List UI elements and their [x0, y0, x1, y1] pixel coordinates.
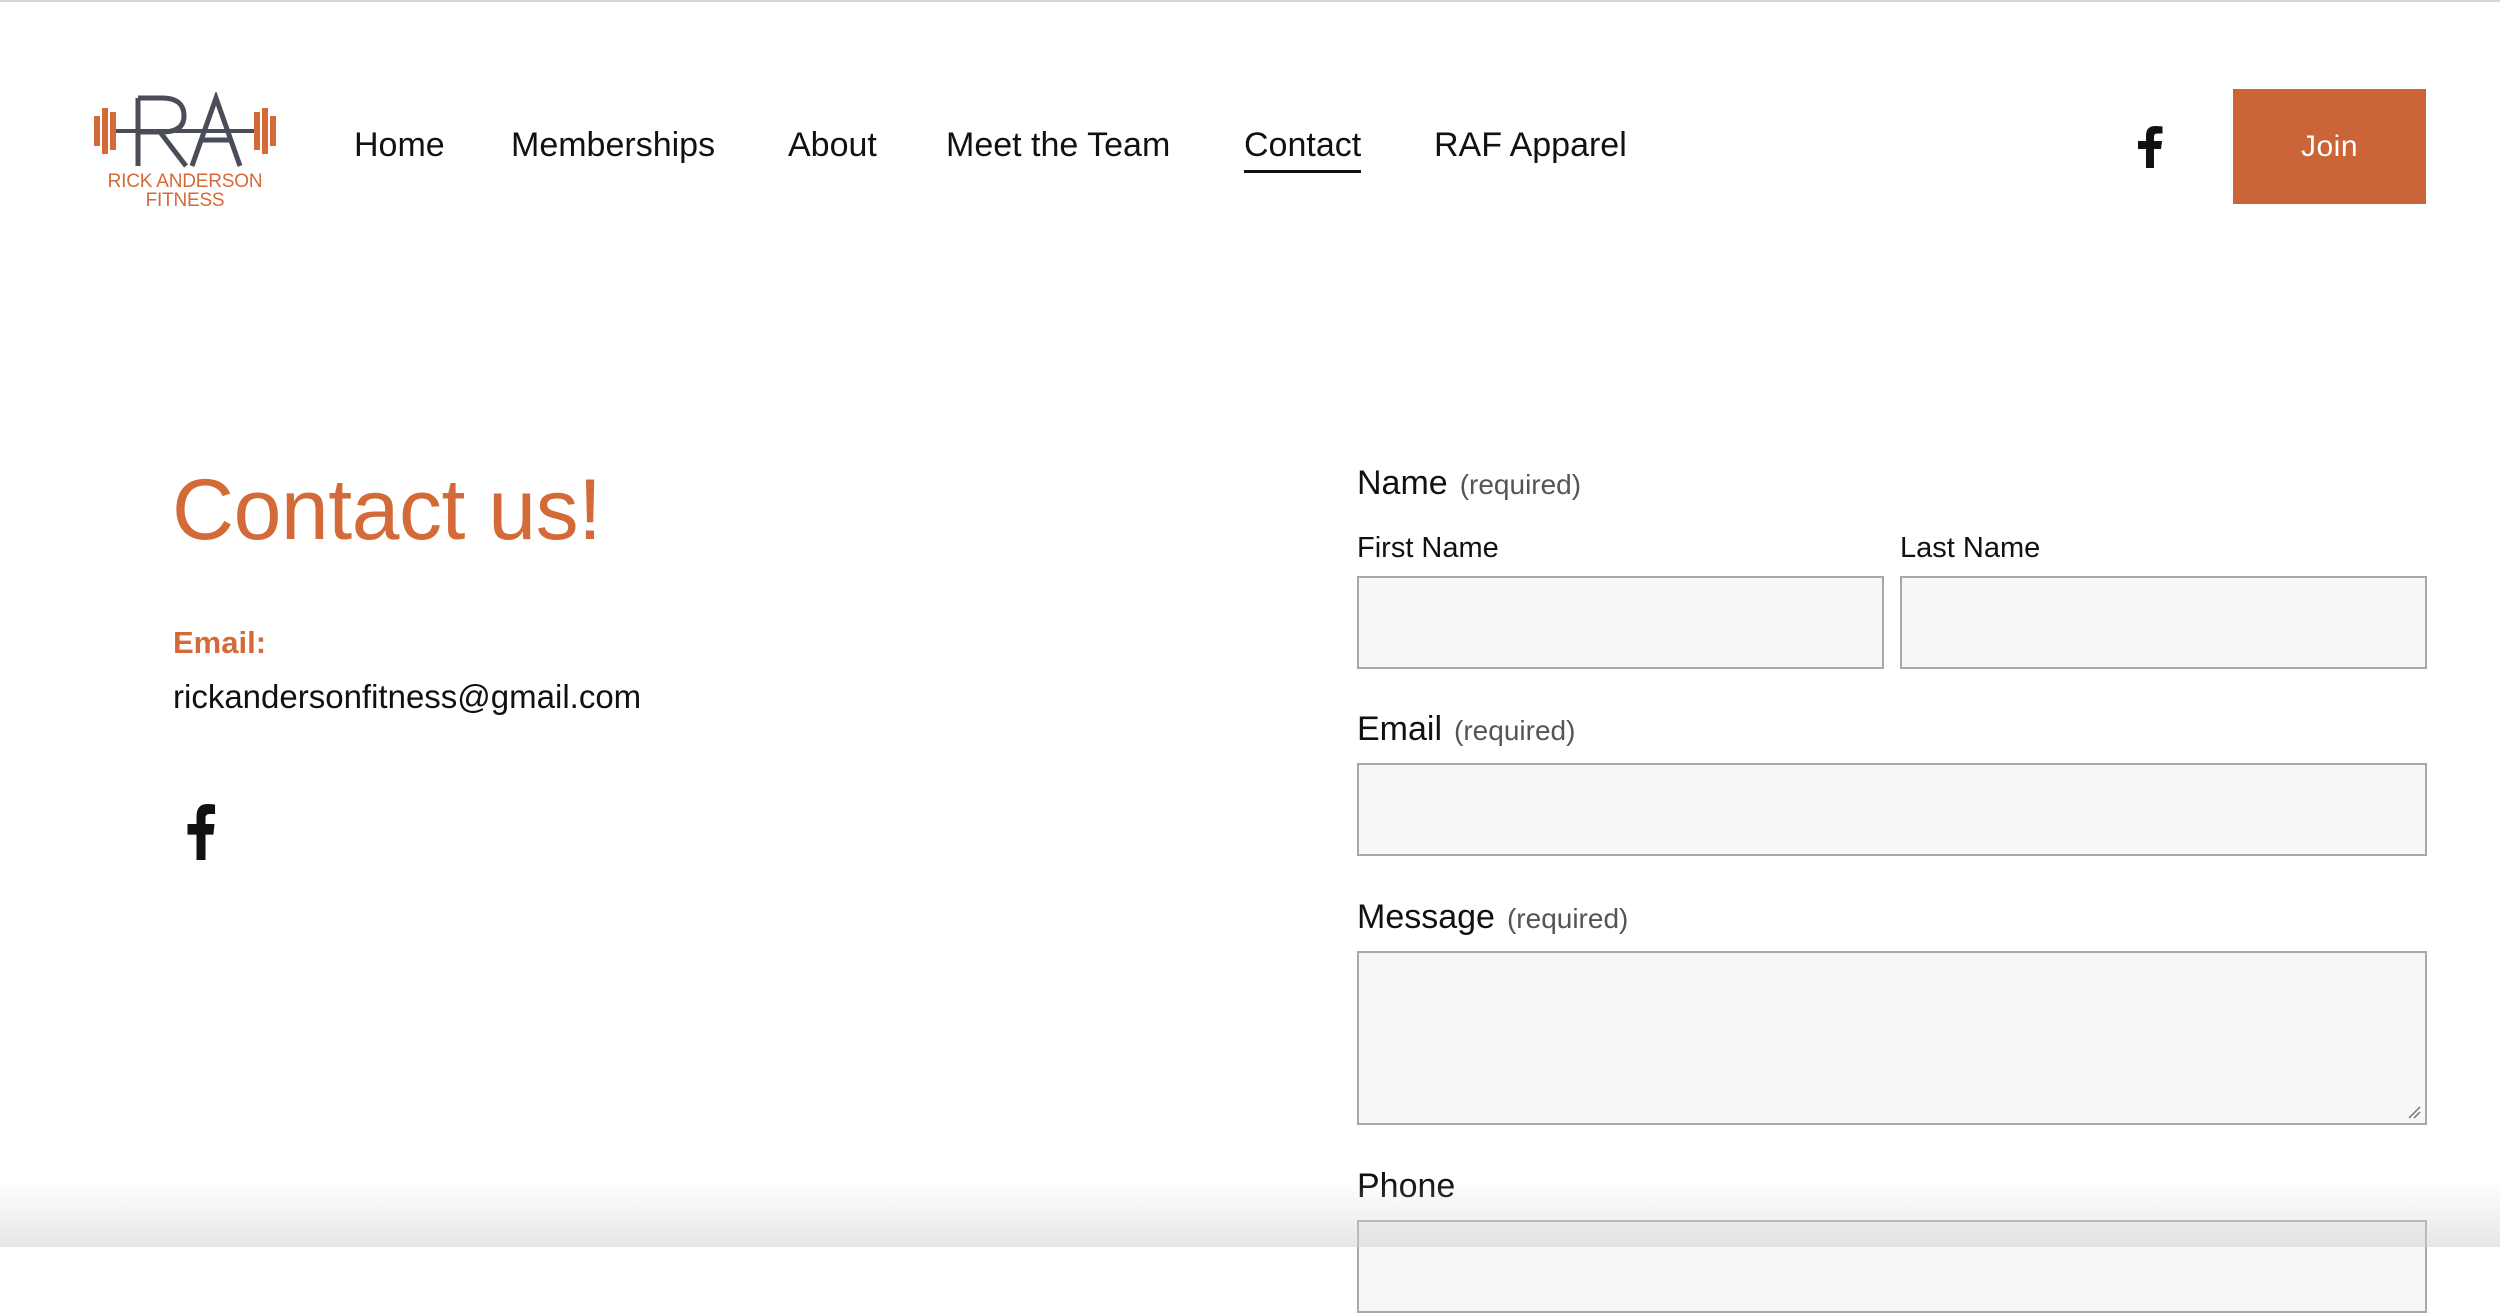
- name-field-label: Name (required): [1357, 464, 1581, 503]
- site-logo[interactable]: RICK ANDERSON FITNESS: [92, 92, 282, 212]
- nav-home[interactable]: Home: [354, 124, 445, 166]
- nav-meet-the-team[interactable]: Meet the Team: [946, 124, 1170, 166]
- name-required-marker: (required): [1459, 469, 1582, 500]
- email-input[interactable]: [1357, 763, 2427, 856]
- first-name-label: First Name: [1357, 532, 1499, 564]
- logo-text-line1: RICK ANDERSON: [107, 171, 263, 192]
- facebook-icon[interactable]: [2134, 126, 2166, 168]
- phone-input[interactable]: [1357, 1220, 2427, 1313]
- nav-memberships[interactable]: Memberships: [511, 124, 715, 166]
- email-label-text: Email: [1357, 710, 1443, 748]
- email-field-label: Email (required): [1357, 710, 1575, 749]
- message-label-text: Message: [1357, 898, 1495, 936]
- first-name-input[interactable]: [1357, 576, 1884, 669]
- page-title: Contact us!: [172, 462, 602, 558]
- logo-text-line2: FITNESS: [145, 190, 225, 211]
- last-name-input[interactable]: [1900, 576, 2427, 669]
- nav-raf-apparel[interactable]: RAF Apparel: [1434, 124, 1627, 166]
- nav-about[interactable]: About: [788, 124, 877, 166]
- last-name-label: Last Name: [1900, 532, 2041, 564]
- name-label-text: Name: [1357, 464, 1448, 502]
- email-label: Email:: [173, 625, 267, 660]
- message-textarea[interactable]: [1357, 951, 2427, 1125]
- facebook-icon[interactable]: [183, 804, 219, 860]
- email-link[interactable]: rickandersonfitness@gmail.com: [173, 678, 641, 716]
- email-required-marker: (required): [1454, 715, 1576, 746]
- browser-top-border: [0, 0, 2500, 2]
- message-field-label: Message (required): [1357, 898, 1628, 937]
- barbell-ra-logo-mark: [94, 92, 276, 168]
- resize-grip-icon[interactable]: [2407, 1105, 2421, 1119]
- join-button[interactable]: Join: [2233, 89, 2426, 204]
- phone-field-label: Phone: [1357, 1167, 1456, 1205]
- nav-contact[interactable]: Contact: [1244, 124, 1362, 173]
- message-required-marker: (required): [1506, 903, 1629, 934]
